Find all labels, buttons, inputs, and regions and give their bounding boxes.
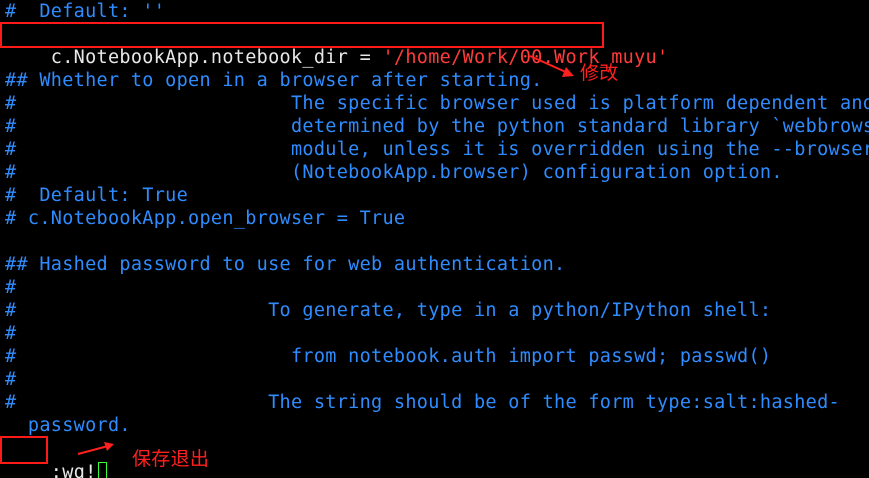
notebook-dir-assignment: c.NotebookApp.notebook_dir = <box>50 47 383 68</box>
editor-line-hash-3: # <box>5 369 17 390</box>
text-cursor <box>97 462 107 478</box>
editor-line-password-desc-2: # from notebook.auth import passwd; pass… <box>5 346 772 367</box>
editor-line-default-empty: # Default: '' <box>5 1 166 22</box>
command-highlight-box <box>0 436 48 464</box>
editor-line-password-heading: ## Hashed password to use for web authen… <box>5 254 566 275</box>
save-quit-annotation: 保存退出 <box>132 448 210 470</box>
editor-line-hash-2: # <box>5 323 17 344</box>
editor-line-browser-desc-3: # module, unless it is overridden using … <box>5 139 869 160</box>
modify-annotation: 修改 <box>580 62 619 84</box>
vim-terminal[interactable]: # Default: '' c.NotebookApp.notebook_dir… <box>0 0 869 478</box>
vim-command-text: :wq! <box>50 462 97 478</box>
editor-line-password-desc-1: # To generate, type in a python/IPython … <box>5 300 772 321</box>
editor-line-default-true: # Default: True <box>5 185 189 206</box>
editor-line-browser-desc-1: # The specific browser used is platform … <box>5 93 869 114</box>
editor-line-open-browser-setting: # c.NotebookApp.open_browser = True <box>5 208 406 229</box>
editor-line-open-browser-heading: ## Whether to open in a browser after st… <box>5 70 543 91</box>
notebook-dir-highlight-box <box>0 22 604 48</box>
arrow-right-icon <box>77 442 114 455</box>
notebook-dir-value: '/home/Work/00.Work_muyu' <box>382 47 669 68</box>
editor-line-browser-desc-2: # determined by the python standard libr… <box>5 116 869 137</box>
editor-line-password-desc-4: password. <box>5 415 131 436</box>
editor-line-hash-1: # <box>5 277 17 298</box>
arrow-right-icon <box>529 55 574 77</box>
editor-line-browser-desc-4: # (NotebookApp.browser) configuration op… <box>5 162 783 183</box>
editor-line-password-desc-3: # The string should be of the form type:… <box>5 392 840 413</box>
